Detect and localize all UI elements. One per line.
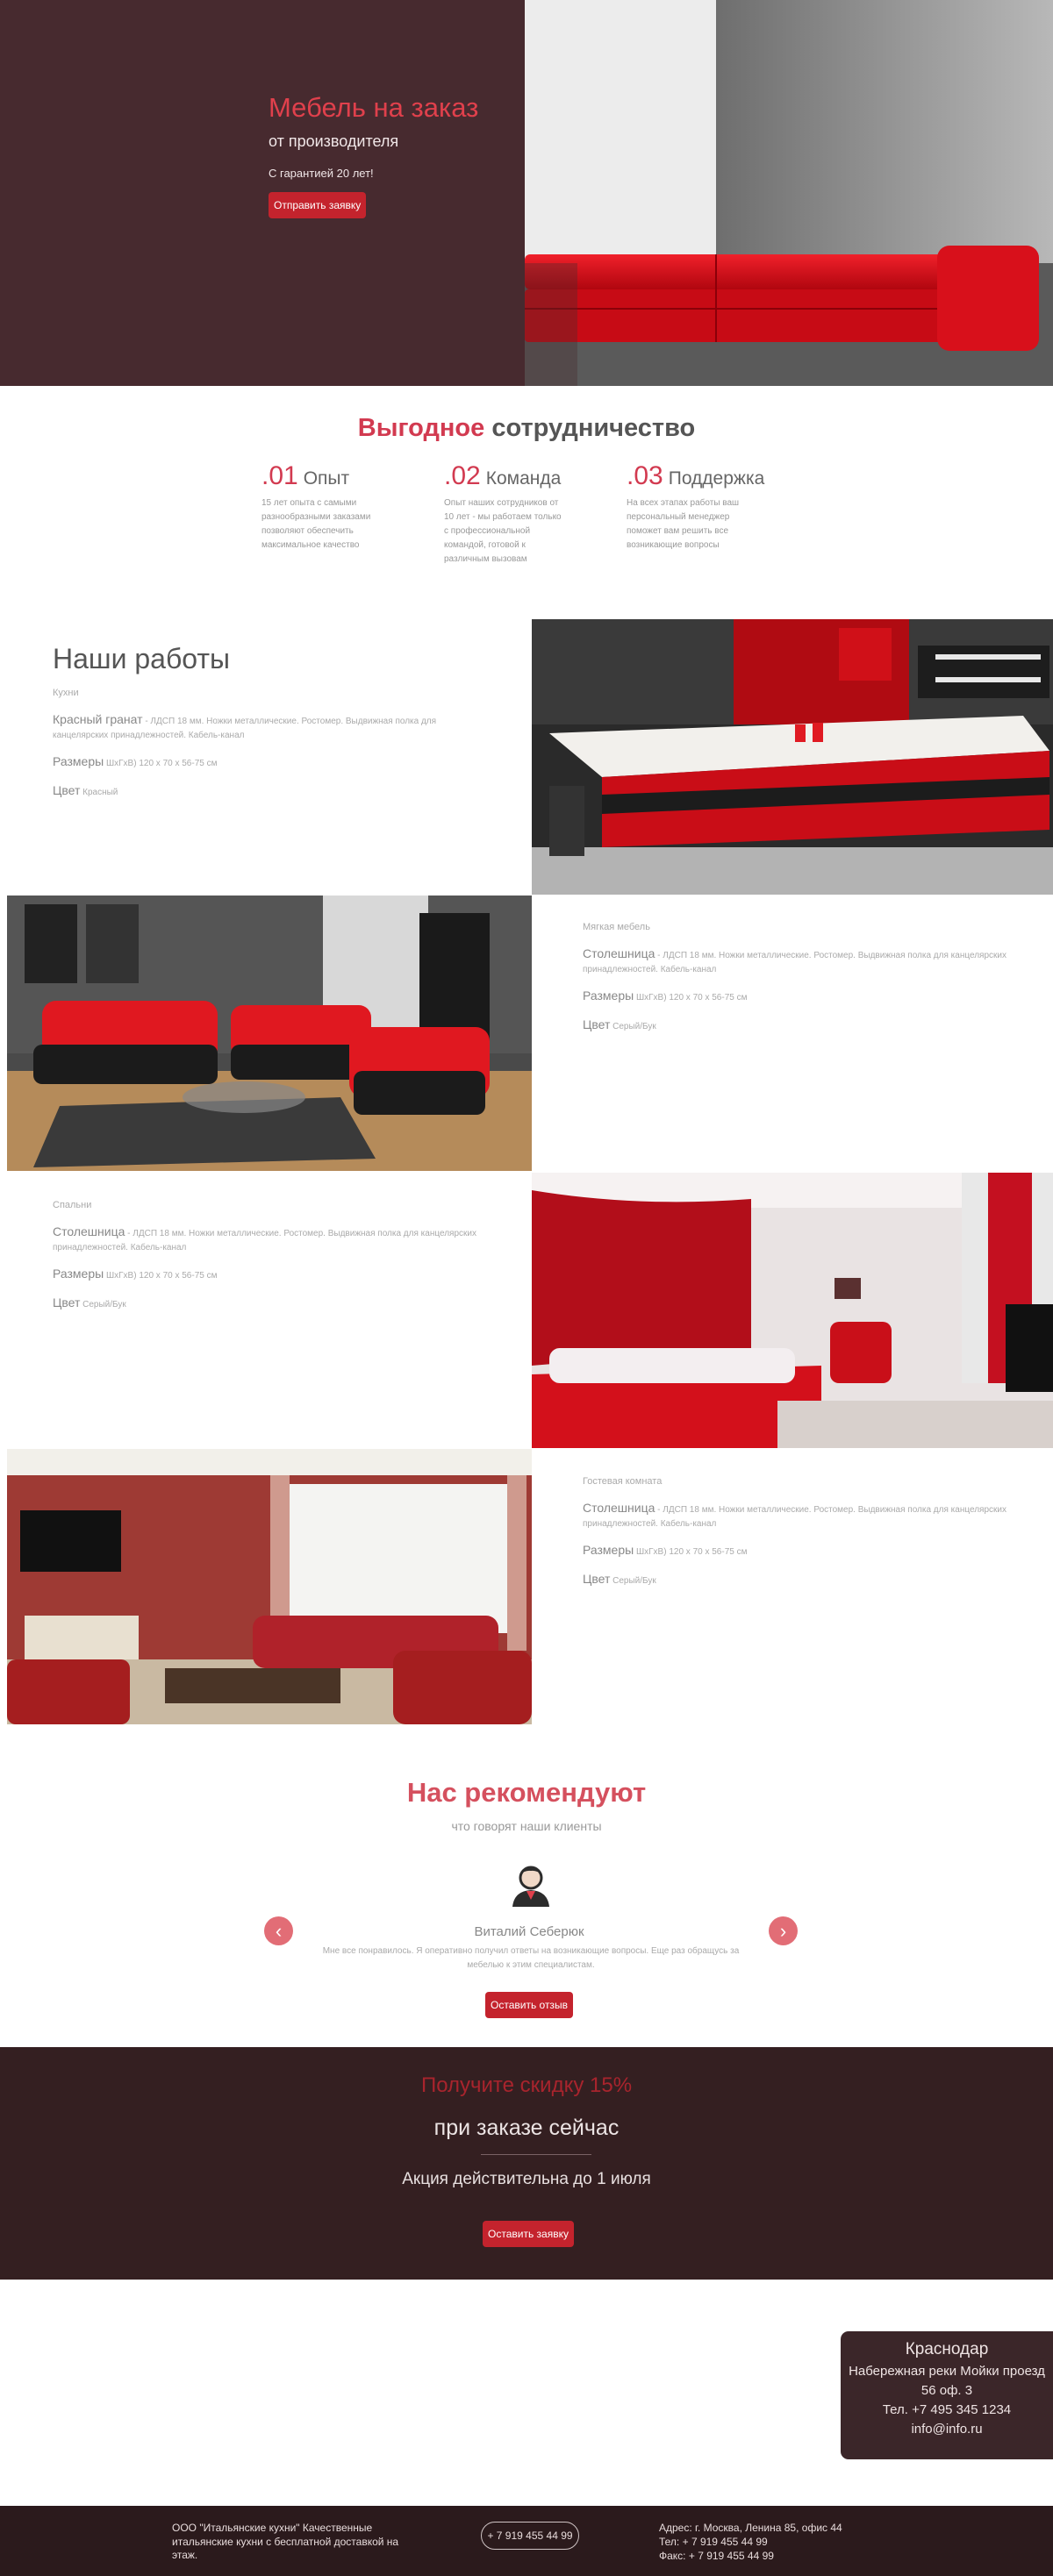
works-heading: Наши работы [53, 643, 231, 674]
contact-office: 56 оф. 3 [920, 2383, 973, 2398]
feature-number: .01 [261, 461, 298, 490]
work-color-label: Цвет [583, 1572, 611, 1586]
feature-text: Опыт наших сотрудников от 10 лет - мы ра… [444, 498, 562, 564]
work-material-label: Столешница [583, 1501, 655, 1515]
work-material: Столешница - ЛДСП 18 мм. Ножки металличе… [583, 1499, 1021, 1531]
leave-review-button[interactable]: Оставить отзыв [485, 1992, 573, 2018]
work-item-bedrooms: Спальни Столешница - ЛДСП 18 мм. Ножки м… [53, 1200, 491, 1312]
work-size: Размеры ШхГхВ) 120 х 70 х 56-75 см [53, 753, 491, 771]
work-color-text: Красный [80, 788, 118, 797]
feature-name: Опыт [303, 468, 350, 489]
work-size-label: Размеры [53, 1267, 104, 1281]
work-material-label: Столешница [583, 946, 655, 960]
work-size-label: Размеры [583, 988, 634, 1003]
work-size: Размеры ШхГхВ) 120 х 70 х 56-75 см [53, 1265, 491, 1283]
hero-section: Мебель на заказ от производителя С гаран… [0, 0, 1053, 386]
leave-request-button[interactable]: Оставить заявку [483, 2221, 574, 2247]
work-size-label: Размеры [583, 1543, 634, 1557]
feature-support: .03 Поддержка На всех этапах работы ваш … [627, 461, 809, 567]
work-material-label: Красный гранат [53, 712, 143, 726]
testimonial-text: Мне все понравилось. Я оперативно получи… [322, 1946, 740, 1970]
cooperation-title: Выгодное сотрудничество [0, 414, 1053, 443]
hero-sofa-image [525, 0, 1053, 386]
work-material: Столешница - ЛДСП 18 мм. Ножки металличе… [53, 1223, 491, 1254]
footer: ООО "Итальянские кухни" Качественные ита… [0, 2506, 1053, 2576]
discount-section: Получите скидку 15% при заказе сейчас Ак… [0, 2047, 1053, 2280]
feature-name: Поддержка [668, 468, 765, 489]
kitchen-image [532, 619, 1053, 895]
contact-city: Краснодар [905, 2340, 989, 2358]
footer-phone-button[interactable]: + 7 919 455 44 99 [481, 2522, 579, 2550]
work-color: Цвет Серый/Бук [53, 1294, 491, 1312]
testimonials-subtitle: что говорят наши клиенты [451, 1819, 602, 1833]
work-color-label: Цвет [583, 1017, 611, 1031]
feature-number: .02 [444, 461, 481, 490]
work-item-kitchens: Наши работы Кухни Красный гранат - ЛДСП … [53, 643, 491, 800]
work-color-label: Цвет [53, 1295, 81, 1309]
testimonials-title: Нас рекомендуют [406, 1777, 647, 1808]
contact-email[interactable]: info@info.ru [841, 2422, 1053, 2437]
feature-team: .02 Команда Опыт наших сотрудников от 10… [444, 461, 627, 567]
work-size-text: ШхГхВ) 120 х 70 х 56-75 см [634, 1547, 748, 1557]
footer-fax: Факс: + 7 919 455 44 99 [659, 2549, 774, 2562]
work-size-text: ШхГхВ) 120 х 70 х 56-75 см [104, 1271, 218, 1281]
work-color-text: Серый/Бук [80, 1300, 126, 1309]
features-list: .01 Опыт 15 лет опыта с самыми разнообра… [261, 461, 814, 567]
sofa-set-image [7, 896, 532, 1171]
cooperation-title-accent: Выгодное [357, 414, 485, 442]
avatar [512, 1866, 549, 1907]
discount-title: Получите скидку 15% [420, 2073, 633, 2097]
hero-subtitle: от производителя [269, 132, 399, 151]
work-category: Гостевая комната [583, 1476, 663, 1487]
feature-text: 15 лет опыта с самыми разнообразными зак… [261, 498, 371, 550]
contact-card: Краснодар Набережная реки Мойки проезд 5… [841, 2331, 1053, 2459]
divider [481, 2154, 591, 2155]
work-size-text: ШхГхВ) 120 х 70 х 56-75 см [634, 993, 748, 1003]
feature-name: Команда [485, 468, 562, 489]
contact-street: Набережная реки Мойки проезд [849, 2364, 1045, 2379]
footer-about: ООО "Итальянские кухни" Качественные ита… [172, 2522, 399, 2562]
bedroom-image [532, 1173, 1053, 1448]
discount-subtitle: при заказе сейчас [433, 2116, 620, 2140]
work-color-text: Серый/Бук [610, 1022, 656, 1031]
work-color-text: Серый/Бук [610, 1576, 656, 1586]
hero-guarantee: С гарантией 20 лет! [269, 167, 374, 181]
work-category: Кухни [53, 688, 79, 698]
cooperation-title-rest: сотрудничество [491, 414, 696, 442]
work-size-text: ШхГхВ) 120 х 70 х 56-75 см [104, 759, 218, 768]
feature-number: .03 [627, 461, 663, 490]
footer-tel: Тел: + 7 919 455 44 99 [659, 2535, 768, 2548]
work-item-guest-room: Гостевая комната Столешница - ЛДСП 18 мм… [583, 1476, 1021, 1588]
work-color: Цвет Серый/Бук [583, 1016, 1021, 1034]
work-category: Спальни [53, 1200, 92, 1210]
work-item-soft-furniture: Мягкая мебель Столешница - ЛДСП 18 мм. Н… [583, 922, 1021, 1034]
work-size: Размеры ШхГхВ) 120 х 70 х 56-75 см [583, 1541, 1021, 1559]
work-category: Мягкая мебель [583, 922, 650, 932]
hero-title: Мебель на заказ [269, 92, 479, 123]
work-material-label: Столешница [53, 1224, 125, 1238]
send-request-button[interactable]: Отправить заявку [269, 192, 367, 219]
discount-note: Акция действительна до 1 июля [402, 2170, 651, 2188]
testimonial-author: Виталий Себерюк [474, 1924, 584, 1939]
footer-contacts: Адрес: г. Москва, Ленина 85, офис 44 Тел… [659, 2522, 922, 2564]
work-material: Столешница - ЛДСП 18 мм. Ножки металличе… [583, 945, 1021, 976]
work-material: Красный гранат - ЛДСП 18 мм. Ножки метал… [53, 710, 491, 742]
feature-text: На всех этапах работы ваш персональный м… [627, 498, 740, 550]
contact-phone: Тел. +7 495 345 1234 [882, 2402, 1012, 2417]
feature-experience: .01 Опыт 15 лет опыта с самыми разнообра… [261, 461, 444, 567]
footer-address: Адрес: г. Москва, Ленина 85, офис 44 [659, 2522, 842, 2534]
work-color-label: Цвет [53, 783, 81, 797]
work-color: Цвет Серый/Бук [583, 1570, 1021, 1588]
guest-room-image [7, 1449, 532, 1724]
work-size-label: Размеры [53, 754, 104, 768]
work-color: Цвет Красный [53, 781, 491, 800]
work-size: Размеры ШхГхВ) 120 х 70 х 56-75 см [583, 987, 1021, 1005]
